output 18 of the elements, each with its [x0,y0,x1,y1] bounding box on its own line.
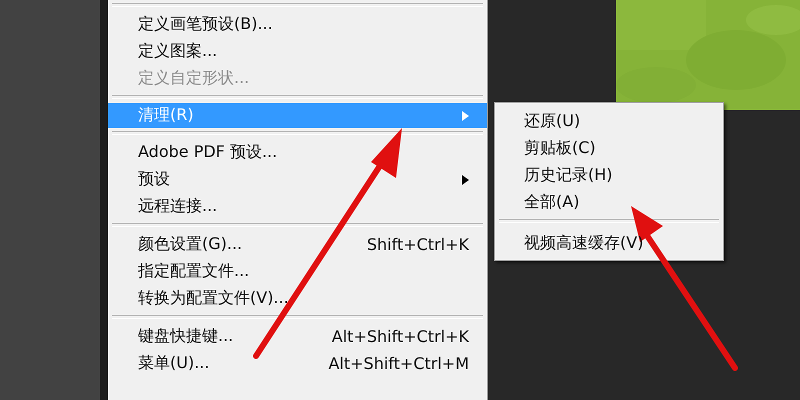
menu-item[interactable]: 转换为配置文件(V)... [108,285,487,312]
menu-item[interactable]: 预设 [108,166,487,193]
menu-item[interactable]: 定义画笔预设(B)... [108,11,487,38]
menu-item[interactable]: 全部(A) [495,188,723,215]
menu-item[interactable]: Adobe PDF 预设... [108,139,487,166]
menu-item[interactable]: 指定配置文件... [108,258,487,285]
menu-item[interactable]: 历史记录(H) [495,161,723,188]
menu-item[interactable]: 颜色设置(G)... Shift+Ctrl+K [108,231,487,258]
menu-item[interactable]: 视频高速缓存(V) [495,229,723,256]
menu-item[interactable]: 菜单(U)... Alt+Shift+Ctrl+M [108,350,487,377]
menu-item[interactable]: 键盘快捷键... Alt+Shift+Ctrl+K [108,323,487,350]
menu-item[interactable]: 远程连接... [108,193,487,220]
menu-item[interactable]: 剪贴板(C) [495,134,723,161]
shortcut-text: Shift+Ctrl+K [366,235,469,254]
menu-item[interactable]: 还原(U) [495,107,723,134]
shortcut-text: Alt+Shift+Ctrl+K [332,327,469,346]
shortcut-text: Alt+Shift+Ctrl+M [328,354,469,373]
menu-item[interactable]: 定义图案... [108,38,487,65]
